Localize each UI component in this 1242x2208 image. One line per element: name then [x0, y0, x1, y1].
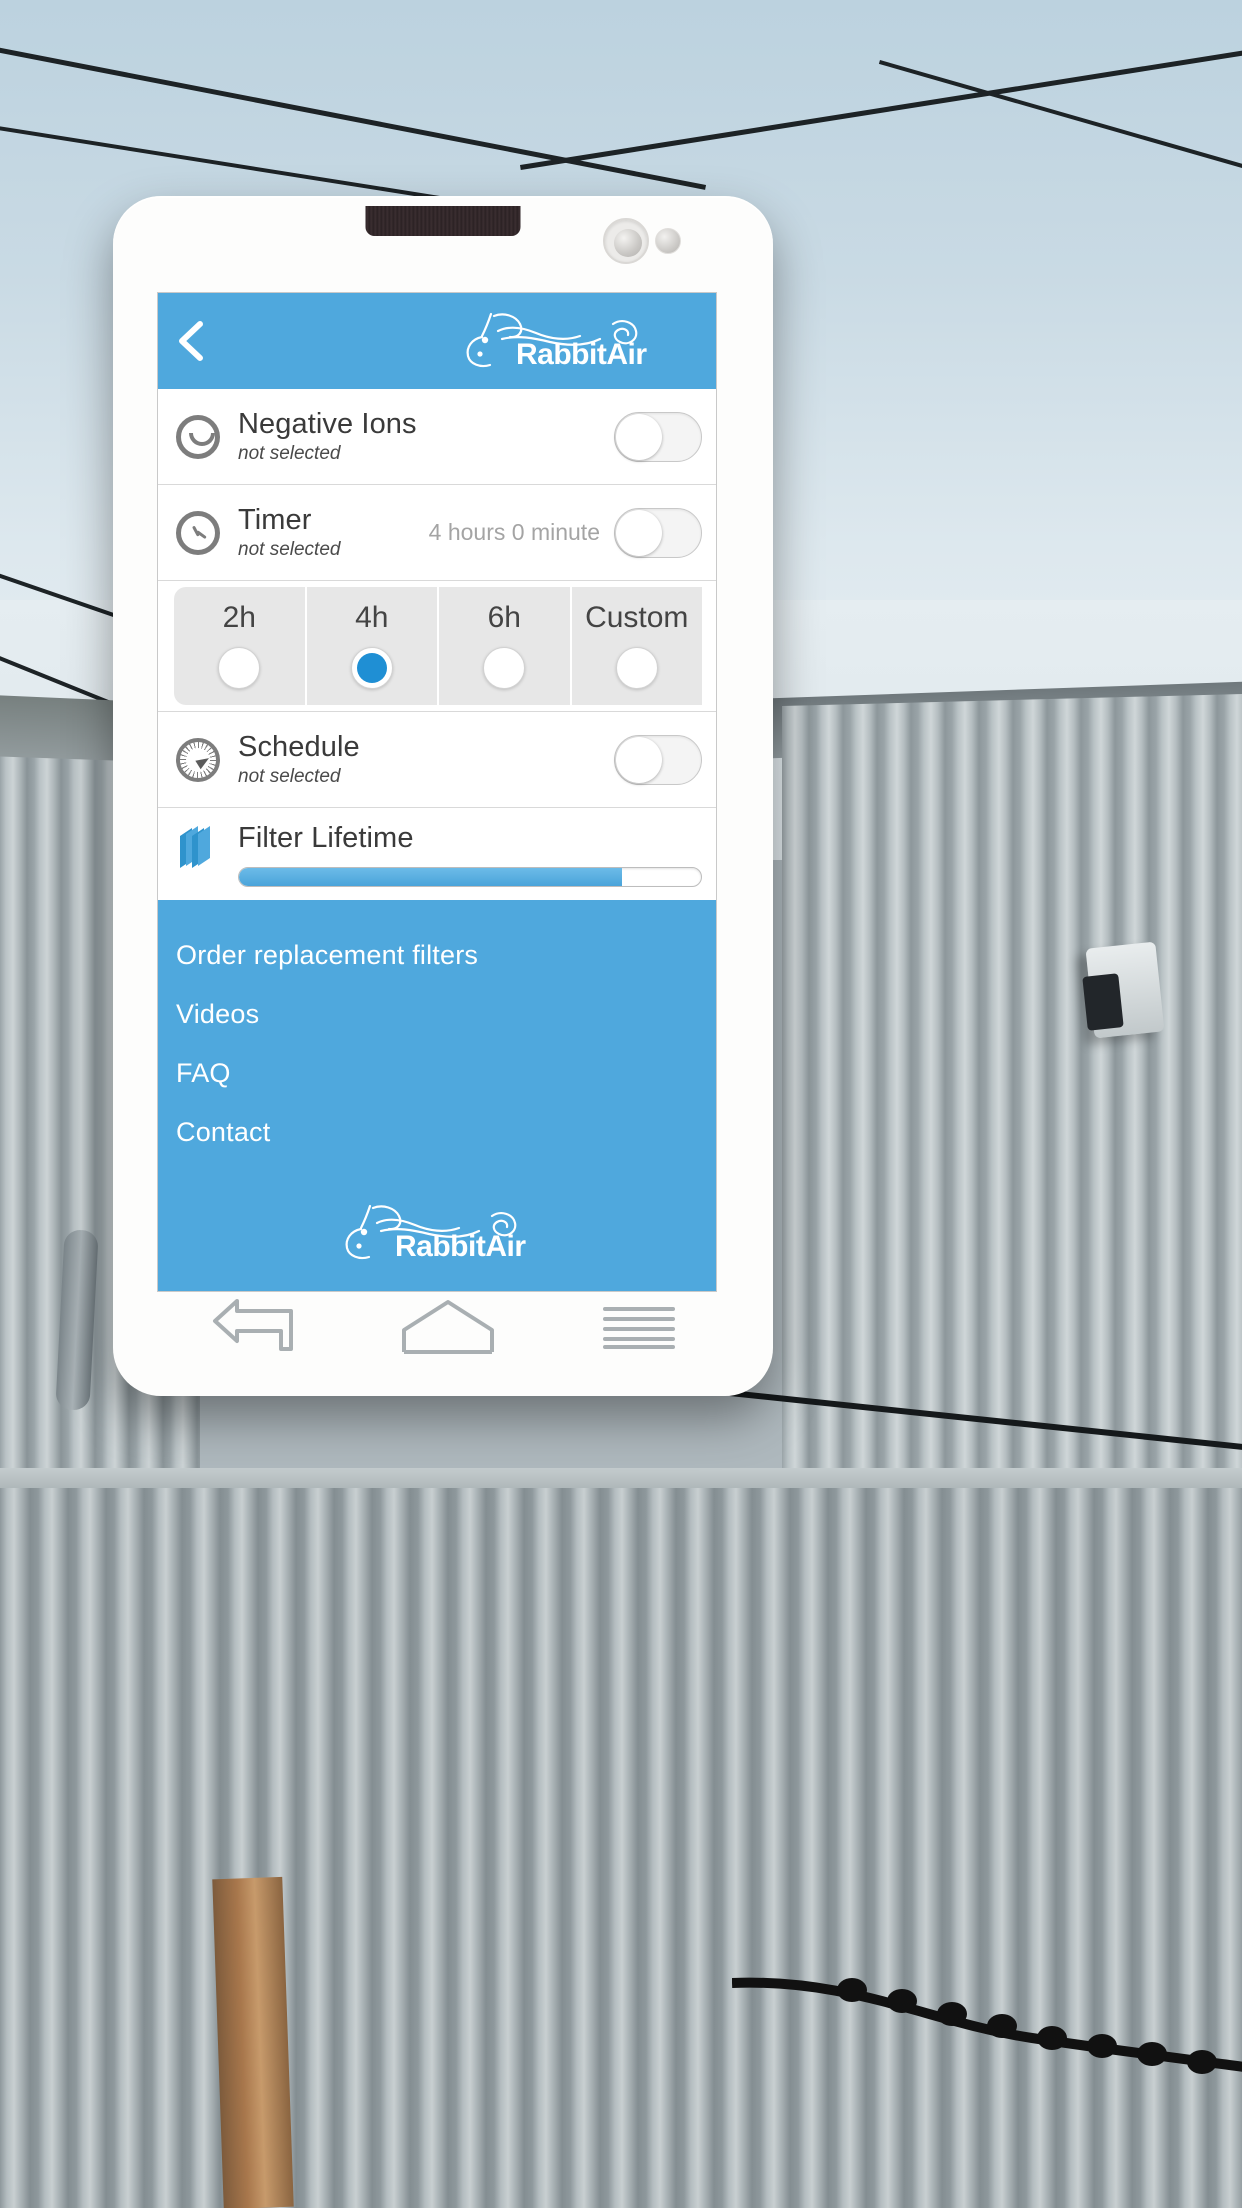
preset-radio-2h[interactable] — [218, 647, 261, 689]
timer-toggle[interactable] — [614, 507, 702, 558]
row-timer[interactable]: Timer not selected 4 hours 0 minute — [158, 485, 716, 581]
footer-logo: RabbitAir — [158, 1196, 716, 1271]
settings-list: Negative Ions not selected Timer not sel… — [158, 389, 716, 900]
back-chevron-icon[interactable] — [172, 318, 212, 364]
toggle-knob — [616, 509, 662, 556]
row-filter-lifetime[interactable]: Filter Lifetime — [158, 808, 716, 900]
sensor-icon — [655, 228, 681, 254]
row-subtitle: not selected — [238, 443, 341, 465]
preset-label: 6h — [487, 601, 521, 634]
row-negative-ions[interactable]: Negative Ions not selected — [158, 389, 716, 485]
filter-lifetime-body: Filter Lifetime — [234, 822, 702, 888]
clock-icon — [176, 510, 220, 555]
link-faq[interactable]: FAQ — [158, 1044, 716, 1103]
schedule-text: Schedule not selected — [234, 731, 614, 788]
back-arrow-icon[interactable] — [207, 1299, 297, 1355]
negative-ions-icon-wrap — [176, 414, 234, 459]
schedule-hand — [195, 753, 212, 769]
preset-label: 2h — [222, 601, 256, 634]
footer-menu: Order replacement filters Videos FAQ Con… — [158, 900, 716, 1291]
preset-custom[interactable]: Custom — [571, 587, 702, 705]
link-contact[interactable]: Contact — [158, 1103, 716, 1162]
app-screen: RabbitAir Negative Ions not selected Tim… — [157, 292, 717, 1292]
link-order-replacement-filters[interactable]: Order replacement filters — [158, 926, 716, 985]
row-subtitle: not selected — [238, 766, 341, 788]
rabbit-air-logo-icon: RabbitAir — [345, 1204, 527, 1263]
svg-text:RabbitAir: RabbitAir — [395, 1230, 526, 1263]
front-camera-group — [603, 218, 685, 264]
negative-ions-text: Negative Ions not selected — [234, 408, 614, 465]
clock-minute-hand — [196, 529, 207, 539]
preset-radio-custom[interactable] — [615, 647, 658, 689]
negative-ions-toggle[interactable] — [614, 411, 702, 462]
preset-4h[interactable]: 4h — [306, 587, 437, 705]
preset-6h[interactable]: 6h — [439, 587, 570, 705]
preset-label: Custom — [585, 601, 689, 634]
app-header: RabbitAir — [158, 293, 716, 389]
filter-lifetime-progress — [238, 867, 702, 888]
schedule-clock-icon — [176, 737, 220, 782]
rabbit-air-logo-icon: RabbitAir — [466, 312, 648, 371]
link-videos[interactable]: Videos — [158, 985, 716, 1044]
schedule-toggle[interactable] — [614, 734, 702, 785]
menu-lines-icon[interactable] — [599, 1301, 679, 1353]
smiley-circle-icon — [176, 414, 220, 459]
row-subtitle: not selected — [238, 539, 341, 561]
metal-wall-bottom — [0, 1488, 1242, 2208]
timer-icon-wrap — [176, 510, 234, 555]
filter-icon-wrap — [176, 822, 234, 870]
row-title: Filter Lifetime — [238, 822, 414, 854]
preset-radio-4h[interactable] — [350, 647, 393, 689]
timer-preset-group: 2h 4h 6h Custom — [158, 581, 716, 712]
schedule-icon-wrap — [176, 737, 234, 782]
svg-text:RabbitAir: RabbitAir — [516, 338, 647, 371]
toggle-knob — [616, 413, 662, 460]
preset-label: 4h — [355, 601, 389, 634]
toggle-knob — [616, 736, 662, 783]
home-icon[interactable] — [398, 1298, 498, 1356]
row-schedule[interactable]: Schedule not selected — [158, 712, 716, 808]
filter-lifetime-progress-fill — [239, 868, 623, 887]
row-title: Negative Ions — [238, 407, 417, 440]
wall-fixture-base — [1082, 973, 1124, 1031]
filter-stack-icon — [180, 826, 210, 868]
android-navigation-bar — [157, 1282, 729, 1372]
wooden-post — [212, 1876, 294, 2208]
header-logo: RabbitAir — [458, 306, 658, 377]
camera-lens — [614, 229, 642, 257]
earpiece-speaker — [365, 206, 521, 236]
preset-2h[interactable]: 2h — [174, 587, 305, 705]
timer-value: 4 hours 0 minute — [428, 519, 600, 545]
row-title: Schedule — [238, 730, 360, 763]
preset-radio-6h[interactable] — [483, 647, 526, 689]
black-cable — [732, 1977, 1242, 2074]
tablet-device: RabbitAir Negative Ions not selected Tim… — [113, 196, 773, 1396]
row-title: Timer — [238, 503, 312, 536]
timer-text: Timer not selected — [234, 504, 429, 561]
camera-ring-icon — [603, 218, 649, 264]
